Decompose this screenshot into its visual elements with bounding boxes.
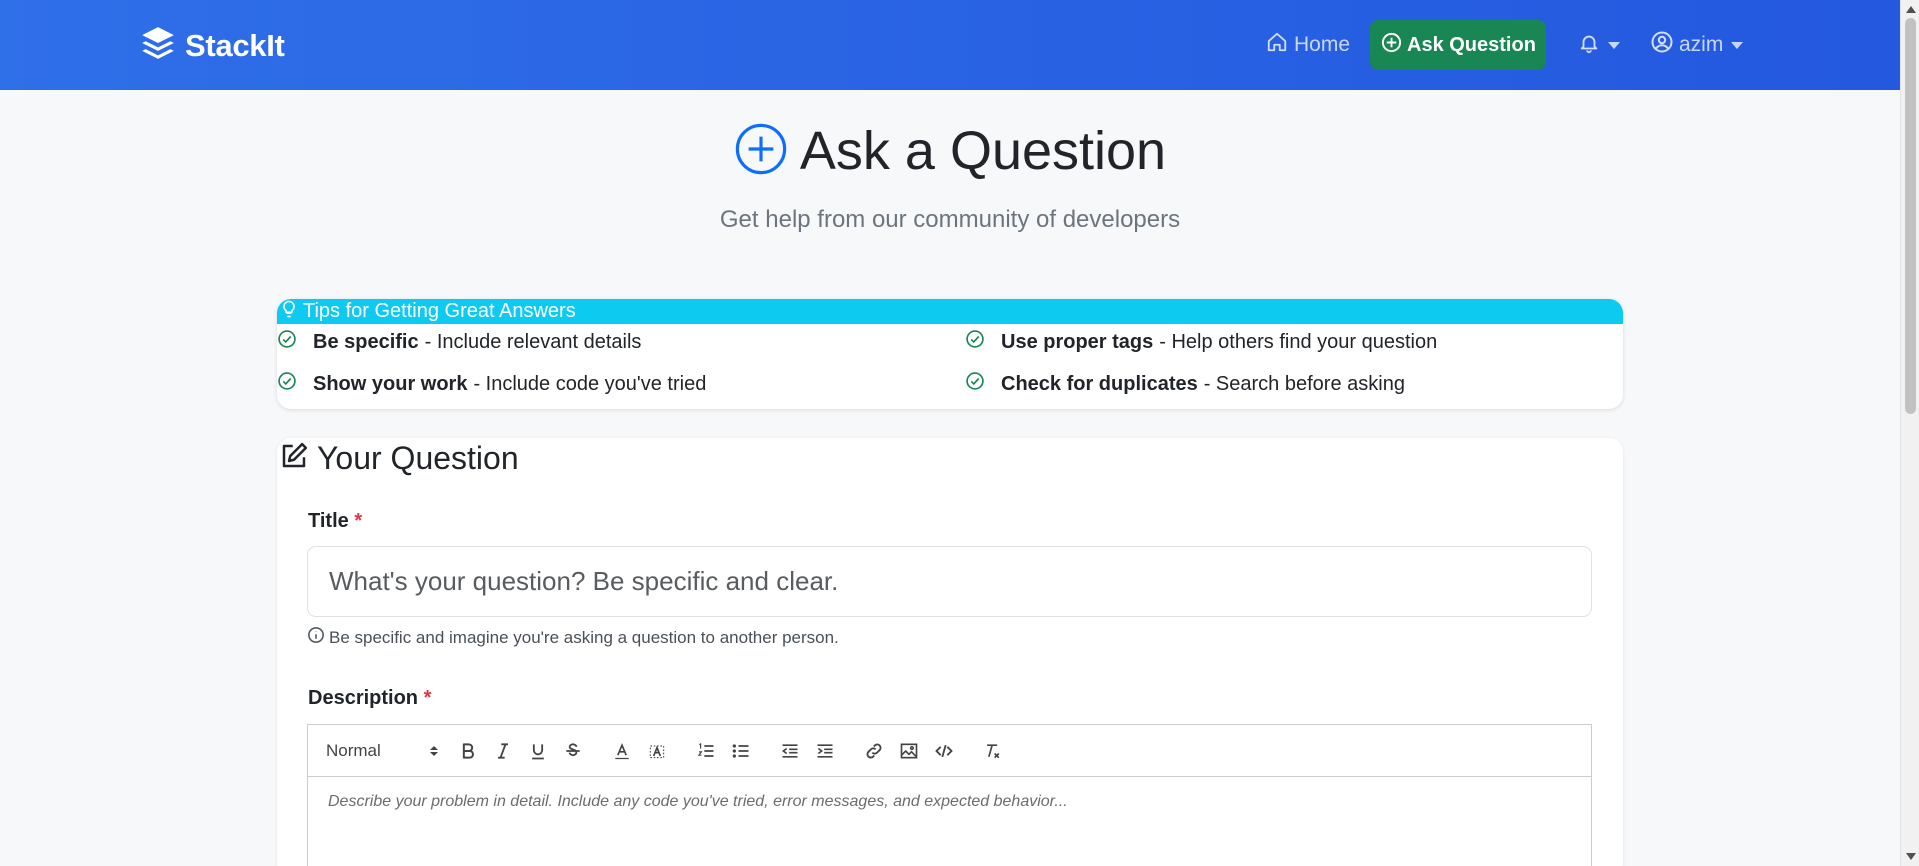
indent-button[interactable]: [807, 737, 842, 765]
tip-bold: Check for duplicates: [1001, 372, 1198, 395]
tip-bold: Use proper tags: [1001, 330, 1154, 353]
format-select[interactable]: Normal: [326, 741, 438, 761]
check-circle-icon: [277, 371, 313, 397]
outdent-button[interactable]: [772, 737, 807, 765]
user-name: azim: [1679, 33, 1724, 56]
nav-home-link[interactable]: Home: [1266, 20, 1350, 70]
ordered-list-icon: [697, 742, 713, 757]
tip-bold: Be specific: [313, 330, 419, 353]
form-heading: Your Question: [317, 439, 519, 476]
image-button[interactable]: [891, 737, 926, 765]
form-header: Your Question: [279, 438, 519, 478]
tip-item: Be specific - Include relevant details: [277, 329, 641, 355]
page-subtitle: Get help from our community of developer…: [719, 206, 1181, 233]
tips-header: Tips for Getting Great Answers: [277, 299, 1623, 324]
bold-button[interactable]: [450, 737, 485, 765]
chevron-down-icon: [1731, 41, 1744, 49]
info-circle-icon: [307, 626, 329, 649]
description-editor[interactable]: Describe your problem in detail. Include…: [307, 777, 1592, 866]
title-input[interactable]: [307, 546, 1592, 617]
editor-toolbar: Normal: [307, 724, 1592, 777]
check-circle-icon: [965, 371, 1001, 397]
plus-circle-icon: [1380, 31, 1407, 60]
page-title-row: Ask a Question: [734, 118, 1166, 184]
italic-button[interactable]: [485, 737, 520, 765]
scroll-up-icon[interactable]: [1906, 6, 1916, 13]
description-label-text: Description: [308, 687, 419, 709]
bullet-list-button[interactable]: [723, 737, 758, 765]
page-header: Ask a Question Get help from our communi…: [0, 118, 1900, 234]
plus-circle-icon: [734, 122, 800, 181]
required-mark: *: [354, 510, 363, 532]
tip-text: - Search before asking: [1203, 372, 1405, 395]
house-icon: [1266, 31, 1294, 59]
bullet-list-icon: [732, 743, 748, 758]
navbar: StackIt Home Ask Question azim: [0, 0, 1900, 90]
page-title: Ask a Question: [799, 121, 1167, 181]
title-hint: Be specific and imagine you're asking a …: [307, 626, 839, 649]
tips-card: Tips for Getting Great Answers Be specif…: [277, 299, 1623, 409]
scroll-thumb[interactable]: [1905, 18, 1916, 414]
strike-button[interactable]: [555, 737, 590, 765]
description-label: Description *: [308, 687, 431, 710]
title-label: Title *: [308, 510, 362, 533]
code-button[interactable]: [926, 737, 961, 765]
brand-link[interactable]: StackIt: [139, 24, 285, 67]
tip-item: Check for duplicates - Search before ask…: [965, 371, 1405, 397]
tip-bold: Show your work: [313, 372, 468, 395]
person-circle-icon: [1650, 30, 1679, 60]
ask-question-button[interactable]: Ask Question: [1370, 20, 1546, 70]
underline-icon: [531, 743, 544, 759]
title-hint-text: Be specific and imagine you're asking a …: [329, 627, 839, 647]
link-button[interactable]: [856, 737, 891, 765]
page-scrollbar[interactable]: [1900, 0, 1919, 866]
title-label-text: Title: [308, 510, 349, 532]
background-color-icon: [649, 744, 664, 758]
check-circle-icon: [277, 329, 313, 355]
lightbulb-icon: [279, 299, 303, 325]
editor-placeholder: Describe your problem in detail. Include…: [328, 793, 1068, 810]
bell-icon: [1578, 32, 1600, 59]
clear-format-button[interactable]: [975, 737, 1010, 765]
user-dropdown[interactable]: azim: [1650, 20, 1744, 70]
select-arrows-icon: [430, 745, 438, 756]
tip-text: - Include code you've tried: [473, 372, 707, 395]
brand-name: StackIt: [185, 27, 285, 63]
ask-question-label: Ask Question: [1407, 33, 1536, 56]
required-mark: *: [423, 687, 432, 709]
code-icon: [934, 744, 953, 757]
tip-text: - Help others find your question: [1159, 330, 1438, 353]
check-circle-icon: [965, 329, 1001, 355]
outdent-icon: [781, 743, 797, 758]
pencil-square-icon: [279, 441, 317, 476]
ordered-list-button[interactable]: [688, 737, 723, 765]
tip-text: - Include relevant details: [424, 330, 642, 353]
text-color-icon: [614, 742, 629, 759]
question-form-card: Your Question Title * Be specific and im…: [277, 438, 1623, 866]
underline-button[interactable]: [520, 737, 555, 765]
link-icon: [866, 743, 881, 758]
text-color-button[interactable]: [604, 737, 639, 765]
tips-title: Tips for Getting Great Answers: [303, 300, 576, 322]
indent-icon: [817, 743, 832, 758]
strikethrough-icon: [565, 742, 580, 756]
bold-icon: [462, 742, 474, 759]
nav-home-label: Home: [1294, 33, 1351, 56]
notifications-dropdown[interactable]: [1578, 20, 1620, 70]
tip-item: Show your work - Include code you've tri…: [277, 371, 706, 397]
italic-icon: [497, 742, 508, 759]
layers-icon: [139, 24, 185, 67]
chevron-down-icon: [1608, 41, 1620, 49]
scroll-down-icon[interactable]: [1906, 853, 1916, 860]
tip-item: Use proper tags - Help others find your …: [965, 329, 1437, 355]
image-icon: [900, 743, 917, 758]
format-select-value: Normal: [326, 740, 381, 760]
background-color-button[interactable]: [639, 737, 674, 765]
clear-format-icon: [986, 743, 999, 758]
